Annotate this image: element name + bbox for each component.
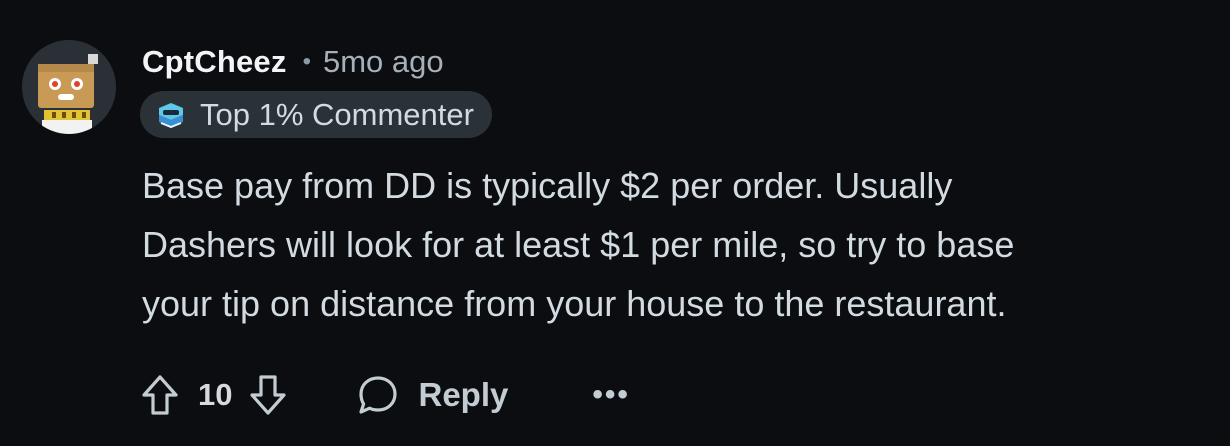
comment-body-line: Dashers will look for at least $1 per mi… xyxy=(142,224,1015,265)
comment-header: CptCheez • 5mo ago xyxy=(142,40,444,84)
author-username[interactable]: CptCheez xyxy=(142,44,287,80)
speech-bubble-icon xyxy=(359,376,398,414)
comment: CptCheez • 5mo ago Top 1% Commenter Base… xyxy=(0,0,1230,446)
commenter-badge-icon xyxy=(159,102,183,128)
reply-button[interactable]: Reply xyxy=(356,373,508,417)
comment-body: Base pay from DD is typically $2 per ord… xyxy=(142,156,1217,333)
avatar-snoo-box-icon xyxy=(22,40,116,134)
meta-separator: • xyxy=(302,48,311,75)
user-flair-badge[interactable]: Top 1% Commenter xyxy=(140,91,492,138)
avatar[interactable] xyxy=(22,40,116,134)
downvote-button[interactable] xyxy=(248,373,288,417)
upvote-button[interactable] xyxy=(140,373,180,417)
arrow-up-icon xyxy=(142,375,178,415)
comment-body-line: your tip on distance from your house to … xyxy=(142,283,1007,324)
flair-label: Top 1% Commenter xyxy=(200,96,474,132)
reply-label: Reply xyxy=(418,376,509,413)
more-options-button[interactable]: ••• xyxy=(592,380,630,410)
timestamp[interactable]: 5mo ago xyxy=(323,44,444,80)
comment-body-line: Base pay from DD is typically $2 per ord… xyxy=(142,165,953,206)
comment-actions-bar: 10 Reply ••• xyxy=(140,368,630,422)
vote-count: 10 xyxy=(198,377,233,412)
arrow-down-icon xyxy=(250,375,287,415)
